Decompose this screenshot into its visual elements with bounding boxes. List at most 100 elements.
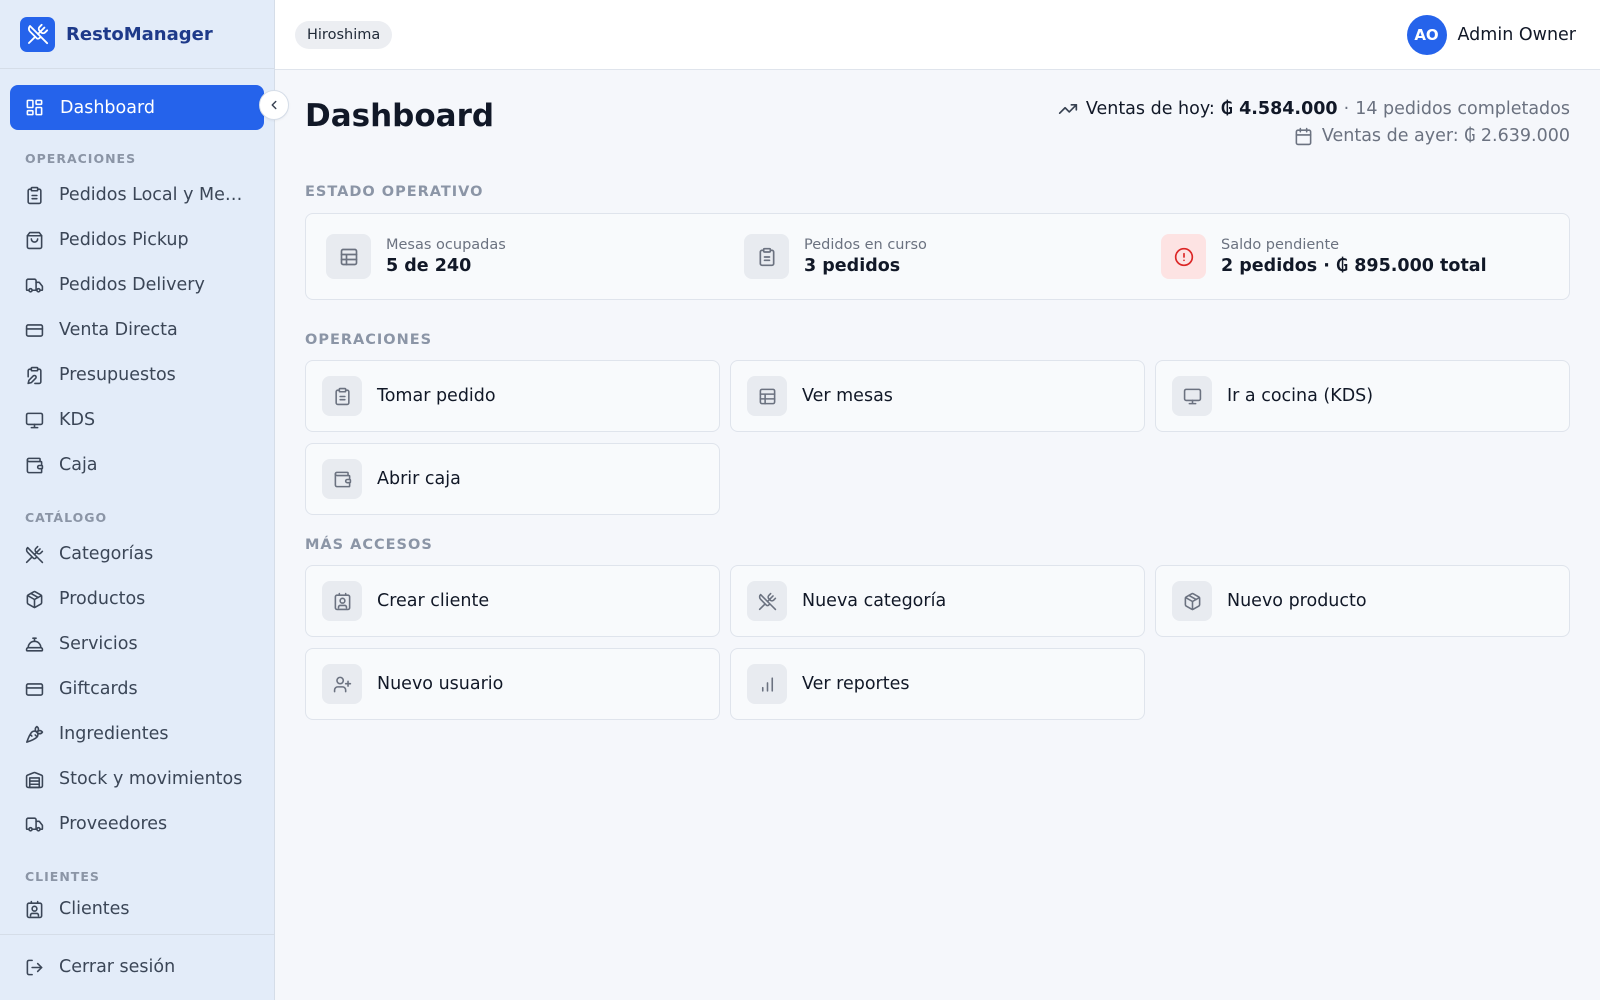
credit-card-icon bbox=[25, 321, 44, 340]
sidebar-section-catalogo: CATÁLOGO bbox=[25, 510, 108, 525]
contact-icon bbox=[25, 900, 44, 919]
stat-label: Mesas ocupadas bbox=[386, 237, 506, 253]
calendar-icon bbox=[1294, 127, 1313, 146]
stat-pedidos-en-curso[interactable]: Pedidos en curso 3 pedidos bbox=[744, 234, 927, 279]
collapse-sidebar-button[interactable] bbox=[259, 90, 289, 120]
sidebar-item-dashboard[interactable]: Dashboard bbox=[10, 85, 264, 130]
section-title-mas-accesos: MÁS ACCESOS bbox=[305, 537, 433, 553]
sidebar-item-label: Servicios bbox=[59, 634, 138, 654]
truck-icon bbox=[25, 276, 44, 295]
sidebar-item-label: KDS bbox=[59, 410, 96, 430]
tile-tomar-pedido[interactable]: Tomar pedido bbox=[305, 360, 720, 432]
sidebar-item-venta-directa[interactable]: Venta Directa bbox=[25, 310, 265, 350]
sidebar-item-productos[interactable]: Productos bbox=[25, 579, 265, 619]
sidebar-item-label: Caja bbox=[59, 455, 98, 475]
utensils-crossed-icon bbox=[747, 581, 787, 621]
trending-up-icon bbox=[1058, 99, 1078, 119]
brand-name: RestoManager bbox=[66, 23, 213, 45]
tile-label: Nueva categoría bbox=[802, 591, 947, 611]
tile-ir-a-cocina[interactable]: Ir a cocina (KDS) bbox=[1155, 360, 1570, 432]
table-icon bbox=[326, 234, 371, 279]
sales-today-label: Ventas de hoy: bbox=[1085, 99, 1215, 119]
sidebar-item-label: Pedidos Local y Mesas bbox=[59, 185, 244, 205]
page-title: Dashboard bbox=[305, 98, 495, 134]
tile-nuevo-producto[interactable]: Nuevo producto bbox=[1155, 565, 1570, 637]
branch-selector[interactable]: Hiroshima bbox=[295, 21, 393, 49]
stat-mesas-ocupadas[interactable]: Mesas ocupadas 5 de 240 bbox=[326, 234, 506, 279]
sidebar-item-presupuestos[interactable]: Presupuestos bbox=[25, 355, 265, 395]
tile-ver-reportes[interactable]: Ver reportes bbox=[730, 648, 1145, 720]
logout-button[interactable]: Cerrar sesión bbox=[25, 947, 175, 987]
monitor-icon bbox=[1172, 376, 1212, 416]
sidebar-item-pedidos-pickup[interactable]: Pedidos Pickup bbox=[25, 220, 265, 260]
sidebar-item-pedidos-delivery[interactable]: Pedidos Delivery bbox=[25, 265, 265, 305]
clipboard-icon bbox=[322, 376, 362, 416]
stat-saldo-pendiente[interactable]: Saldo pendiente 2 pedidos · ₲ 895.000 to… bbox=[1161, 234, 1487, 279]
tile-nueva-categoria[interactable]: Nueva categoría bbox=[730, 565, 1145, 637]
section-title-estado: ESTADO OPERATIVO bbox=[305, 184, 484, 200]
tile-label: Nuevo producto bbox=[1227, 591, 1367, 611]
sidebar-item-label: Clientes bbox=[59, 899, 130, 919]
sidebar-footer: Cerrar sesión bbox=[0, 934, 275, 1000]
sidebar-item-label: Pedidos Pickup bbox=[59, 230, 189, 250]
sales-yesterday: Ventas de ayer: ₲ 2.639.000 bbox=[1294, 126, 1570, 146]
bar-chart-icon bbox=[747, 664, 787, 704]
sidebar-item-ingredientes[interactable]: Ingredientes bbox=[25, 714, 265, 754]
sidebar-item-label: Categorías bbox=[59, 544, 154, 564]
user-plus-icon bbox=[322, 664, 362, 704]
tile-label: Crear cliente bbox=[377, 591, 490, 611]
wallet-icon bbox=[322, 459, 362, 499]
sidebar-item-stock[interactable]: Stock y movimientos bbox=[25, 759, 265, 799]
warehouse-icon bbox=[25, 770, 44, 789]
tile-label: Nuevo usuario bbox=[377, 674, 504, 694]
sidebar-item-giftcards[interactable]: Giftcards bbox=[25, 669, 265, 709]
user-name: Admin Owner bbox=[1457, 25, 1576, 45]
tile-crear-cliente[interactable]: Crear cliente bbox=[305, 565, 720, 637]
tile-label: Tomar pedido bbox=[377, 386, 496, 406]
truck-icon bbox=[25, 815, 44, 834]
status-card: Mesas ocupadas 5 de 240 Pedidos en curso… bbox=[305, 213, 1570, 300]
sidebar-item-servicios[interactable]: Servicios bbox=[25, 624, 265, 664]
monitor-icon bbox=[25, 411, 44, 430]
user-menu[interactable]: AO Admin Owner bbox=[1406, 15, 1576, 55]
tile-label: Abrir caja bbox=[377, 469, 461, 489]
stat-label: Saldo pendiente bbox=[1221, 237, 1340, 253]
sidebar-item-kds[interactable]: KDS bbox=[25, 400, 265, 440]
stat-label: Pedidos en curso bbox=[804, 237, 927, 253]
alert-circle-icon bbox=[1161, 234, 1206, 279]
table-icon bbox=[747, 376, 787, 416]
clipboard-icon bbox=[744, 234, 789, 279]
sidebar-item-pedidos-local[interactable]: Pedidos Local y Mesas bbox=[25, 175, 265, 215]
sidebar-item-caja[interactable]: Caja bbox=[25, 445, 265, 485]
sales-today: Ventas de hoy: ₲ 4.584.000 · 14 pedidos … bbox=[1058, 99, 1570, 119]
brand[interactable]: RestoManager bbox=[0, 0, 274, 69]
sidebar-item-label: Stock y movimientos bbox=[59, 769, 243, 789]
log-out-icon bbox=[25, 958, 44, 977]
clipboard-icon bbox=[25, 186, 44, 205]
separator: · bbox=[1343, 99, 1350, 119]
package-icon bbox=[25, 590, 44, 609]
package-icon bbox=[1172, 581, 1212, 621]
sidebar-item-label: Productos bbox=[59, 589, 146, 609]
concierge-bell-icon bbox=[25, 635, 44, 654]
tile-abrir-caja[interactable]: Abrir caja bbox=[305, 443, 720, 515]
topbar: Hiroshima AO Admin Owner bbox=[275, 0, 1600, 70]
shopping-bag-icon bbox=[25, 231, 44, 250]
tile-label: Ver mesas bbox=[802, 386, 893, 406]
contact-icon bbox=[322, 581, 362, 621]
logout-label: Cerrar sesión bbox=[59, 957, 176, 977]
utensils-crossed-icon bbox=[20, 16, 55, 52]
sidebar-item-label: Venta Directa bbox=[59, 320, 178, 340]
sidebar-item-label: Dashboard bbox=[60, 97, 155, 118]
sidebar-item-clientes[interactable]: Clientes bbox=[25, 893, 265, 925]
sidebar-section-operaciones: OPERACIONES bbox=[25, 151, 137, 166]
sidebar-item-categorias[interactable]: Categorías bbox=[25, 534, 265, 574]
sidebar-item-label: Pedidos Delivery bbox=[59, 275, 205, 295]
tile-nuevo-usuario[interactable]: Nuevo usuario bbox=[305, 648, 720, 720]
stat-value: 2 pedidos · ₲ 895.000 total bbox=[1221, 256, 1487, 276]
sidebar-item-label: Presupuestos bbox=[59, 365, 176, 385]
sidebar-item-label: Ingredientes bbox=[59, 724, 169, 744]
sidebar-item-proveedores[interactable]: Proveedores bbox=[25, 804, 265, 844]
tile-ver-mesas[interactable]: Ver mesas bbox=[730, 360, 1145, 432]
sidebar-item-label: Giftcards bbox=[59, 679, 138, 699]
